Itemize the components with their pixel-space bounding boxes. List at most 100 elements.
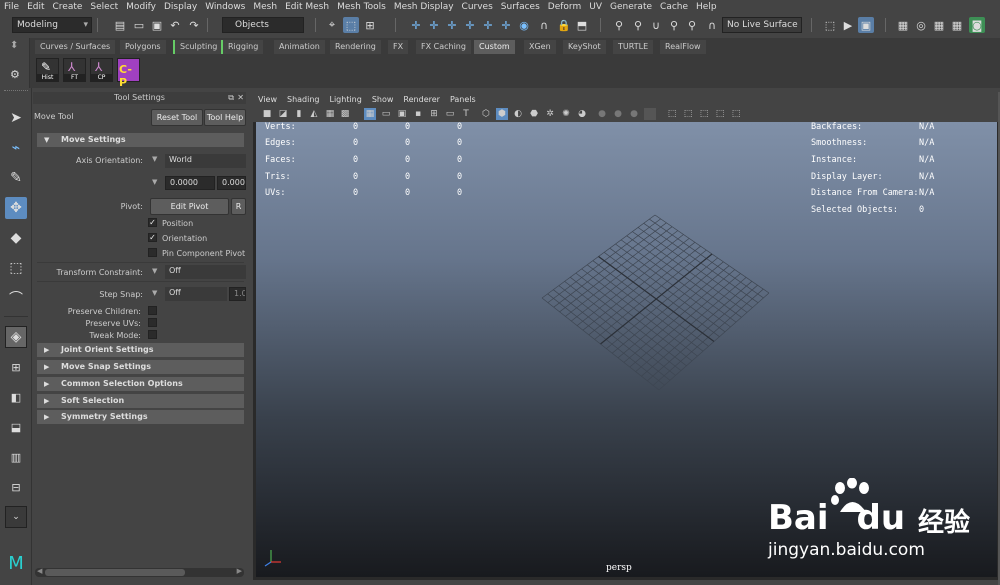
grease-pencil-icon[interactable]: ▩ — [339, 108, 351, 120]
shelf-tab-sculpting[interactable]: Sculpting — [173, 40, 223, 54]
position-checkbox[interactable]: ✓ — [148, 218, 157, 227]
section-common-selection-options[interactable]: ▶ Common Selection Options — [37, 377, 244, 391]
use-all-lights-icon[interactable]: ✲ — [544, 108, 556, 120]
menu-uv[interactable]: UV — [589, 2, 602, 12]
edit-pivot-button[interactable]: Edit Pivot — [150, 198, 229, 215]
undo-icon[interactable]: ↶ — [167, 17, 183, 33]
shelf-tab-animation[interactable]: Animation — [274, 40, 325, 54]
render-frame-icon[interactable]: ▶ — [840, 17, 856, 33]
chevron-down-icon[interactable]: ▼ — [152, 267, 157, 275]
viewport-menu-view[interactable]: View — [258, 95, 277, 104]
persp-graph-layout-icon[interactable]: ⬓ — [5, 416, 27, 438]
rotate-tool-icon[interactable]: ◆ — [5, 227, 27, 249]
chevron-down-icon[interactable]: ▼ — [152, 155, 157, 163]
viewport-menu-lighting[interactable]: Lighting — [329, 95, 361, 104]
lasso-tool-icon[interactable]: ⌁ — [5, 137, 27, 159]
magnet-icon[interactable]: ∩ — [536, 17, 552, 33]
step-snap-amount-field[interactable]: 1.0 — [229, 287, 246, 301]
section-move-snap-settings[interactable]: ▶ Move Snap Settings — [37, 360, 244, 374]
mode-dropdown[interactable]: Modeling ▾ — [12, 17, 92, 33]
viewport-menu-shading[interactable]: Shading — [287, 95, 320, 104]
menu-generate[interactable]: Generate — [610, 2, 652, 12]
save-scene-icon[interactable]: ▣ — [149, 17, 165, 33]
depth-of-field-icon[interactable]: ● — [628, 108, 640, 120]
viewport-menu-panels[interactable]: Panels — [450, 95, 476, 104]
paint-select-tool-icon[interactable]: ✎ — [5, 167, 27, 189]
scroll-right-icon[interactable]: ▶ — [237, 567, 242, 575]
motion-blur-icon[interactable]: ● — [596, 108, 608, 120]
scrollbar-thumb[interactable] — [45, 569, 185, 576]
menu-create[interactable]: Create — [53, 2, 83, 12]
shelf-tab-curves-surfaces[interactable]: Curves / Surfaces — [35, 40, 116, 54]
snap-point-icon[interactable]: ✛ — [444, 17, 460, 33]
snap-curve-icon[interactable]: ✛ — [426, 17, 442, 33]
menu-mesh-display[interactable]: Mesh Display — [394, 2, 454, 12]
orientation-checkbox[interactable]: ✓ — [148, 233, 157, 242]
image-plane-icon[interactable]: ◭ — [308, 108, 320, 120]
snap-rotate-icon[interactable]: ✛ — [498, 17, 514, 33]
shelf-tab-custom[interactable]: Custom — [474, 40, 515, 54]
transform-constraint-dropdown[interactable]: Off — [165, 265, 246, 279]
hypershade-icon[interactable]: ◎ — [913, 17, 929, 33]
float-icon[interactable]: ⧉ — [228, 92, 234, 104]
render-region-icon[interactable]: ⬚ — [822, 17, 838, 33]
anti-aliasing-icon[interactable]: ● — [612, 108, 624, 120]
modeling-toolkit-icon[interactable]: ◙ — [969, 17, 985, 33]
last-tool-icon[interactable]: ⌒ — [5, 287, 27, 309]
ambient-occlusion-icon[interactable]: ◕ — [576, 108, 588, 120]
menu-curves[interactable]: Curves — [462, 2, 493, 12]
axis-orientation-dropdown[interactable]: World — [165, 154, 246, 168]
menu-mesh[interactable]: Mesh — [253, 2, 277, 12]
select-tool-icon[interactable]: ➤ — [5, 107, 27, 129]
more-layouts-icon[interactable]: ⌄ — [5, 506, 27, 528]
shelf-button-cp[interactable]: ⅄ CP — [90, 58, 113, 82]
wireframe-icon[interactable]: ⬡ — [480, 108, 492, 120]
shelf-tab-rendering[interactable]: Rendering — [330, 40, 381, 54]
toolbox-grip[interactable] — [4, 90, 28, 94]
frame-all-icon[interactable]: ⬚ — [714, 108, 726, 120]
menu-edit-mesh[interactable]: Edit Mesh — [285, 2, 329, 12]
gear-icon[interactable]: ⚙ — [10, 68, 20, 81]
redo-icon[interactable]: ↷ — [186, 17, 202, 33]
select-hierarchy-icon[interactable]: ⌖ — [324, 17, 340, 33]
menu-edit[interactable]: Edit — [27, 2, 44, 12]
tool-help-button[interactable]: Tool Help — [204, 109, 246, 126]
select-component-icon[interactable]: ⊞ — [362, 17, 378, 33]
smooth-shade-icon[interactable]: ⬢ — [496, 108, 508, 120]
shade-wireframe-icon[interactable]: ◐ — [512, 108, 524, 120]
soft-select-icon[interactable]: ⚲ — [666, 17, 682, 33]
step-snap-dropdown[interactable]: Off — [165, 287, 227, 301]
textured-icon[interactable]: ⬣ — [528, 108, 540, 120]
lock-icon[interactable]: 🔒 — [556, 17, 572, 33]
menu-mesh-tools[interactable]: Mesh Tools — [337, 2, 386, 12]
live-surface-field[interactable]: No Live Surface — [722, 17, 802, 33]
xray-components-icon[interactable]: ⬚ — [698, 108, 710, 120]
snap-live-icon[interactable]: ◉ — [516, 17, 532, 33]
input-line-icon[interactable]: ⚲ — [611, 17, 627, 33]
viewport-menu-renderer[interactable]: Renderer — [403, 95, 440, 104]
new-scene-icon[interactable]: ▤ — [112, 17, 128, 33]
menu-select[interactable]: Select — [90, 2, 118, 12]
snap-view-plane-icon[interactable]: ✛ — [462, 17, 478, 33]
field-chart-icon[interactable]: ⊞ — [428, 108, 440, 120]
menu-help[interactable]: Help — [696, 2, 717, 12]
side-by-side-layout-icon[interactable]: ◧ — [5, 386, 27, 408]
shelf-tab-realflow[interactable]: RealFlow — [660, 40, 706, 54]
menu-file[interactable]: File — [4, 2, 19, 12]
safe-action-icon[interactable]: ▭ — [444, 108, 456, 120]
bookmark-icon[interactable]: ▮ — [293, 108, 305, 120]
orientation-x-field[interactable]: 0.0000 — [165, 176, 215, 190]
history-icon[interactable]: ⬒ — [574, 17, 590, 33]
select-object-icon[interactable]: ⬚ — [343, 17, 359, 33]
shelf-tab-keyshot[interactable]: KeyShot — [563, 40, 606, 54]
section-symmetry-settings[interactable]: ▶ Symmetry Settings — [37, 410, 244, 424]
frame-selected-icon[interactable]: ⬚ — [730, 108, 742, 120]
reset-tool-button[interactable]: Reset Tool — [151, 109, 203, 126]
open-scene-icon[interactable]: ▭ — [131, 17, 147, 33]
chevron-down-icon[interactable]: ▼ — [152, 289, 157, 297]
shelf-tab-xgen[interactable]: XGen — [524, 40, 556, 54]
film-gate-icon[interactable]: ▭ — [380, 108, 392, 120]
persp-outliner-layout-icon[interactable]: ⊟ — [5, 476, 27, 498]
shelf-tab-fx[interactable]: FX — [388, 40, 409, 54]
make-live-icon[interactable]: ∩ — [704, 17, 720, 33]
